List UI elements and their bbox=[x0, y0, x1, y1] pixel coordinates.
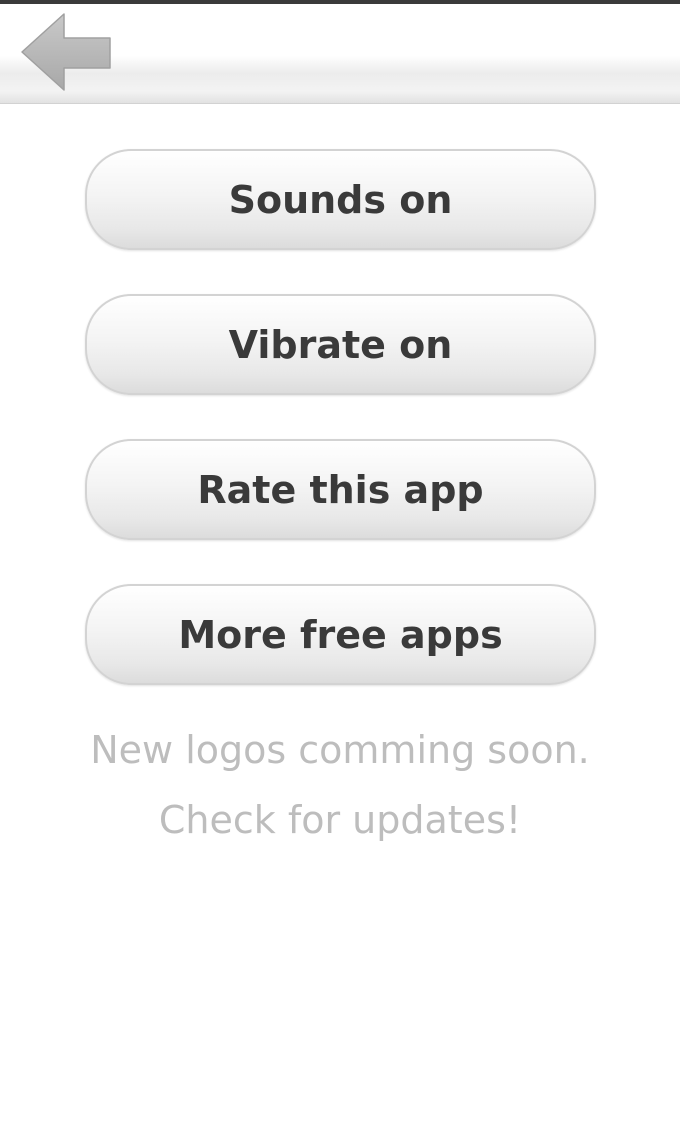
back-button[interactable] bbox=[18, 10, 114, 92]
settings-menu: Sounds on Vibrate on Rate this app More … bbox=[85, 149, 596, 729]
header-bar bbox=[0, 4, 680, 104]
notice-line-1: New logos comming soon. bbox=[90, 728, 590, 772]
back-arrow-icon bbox=[21, 13, 111, 91]
sounds-toggle-button[interactable]: Sounds on bbox=[85, 149, 596, 250]
notice-line-2: Check for updates! bbox=[158, 798, 522, 842]
vibrate-toggle-button[interactable]: Vibrate on bbox=[85, 294, 596, 395]
update-notice: New logos comming soon. Check for update… bbox=[0, 715, 680, 855]
more-apps-button[interactable]: More free apps bbox=[85, 584, 596, 685]
rate-app-button[interactable]: Rate this app bbox=[85, 439, 596, 540]
